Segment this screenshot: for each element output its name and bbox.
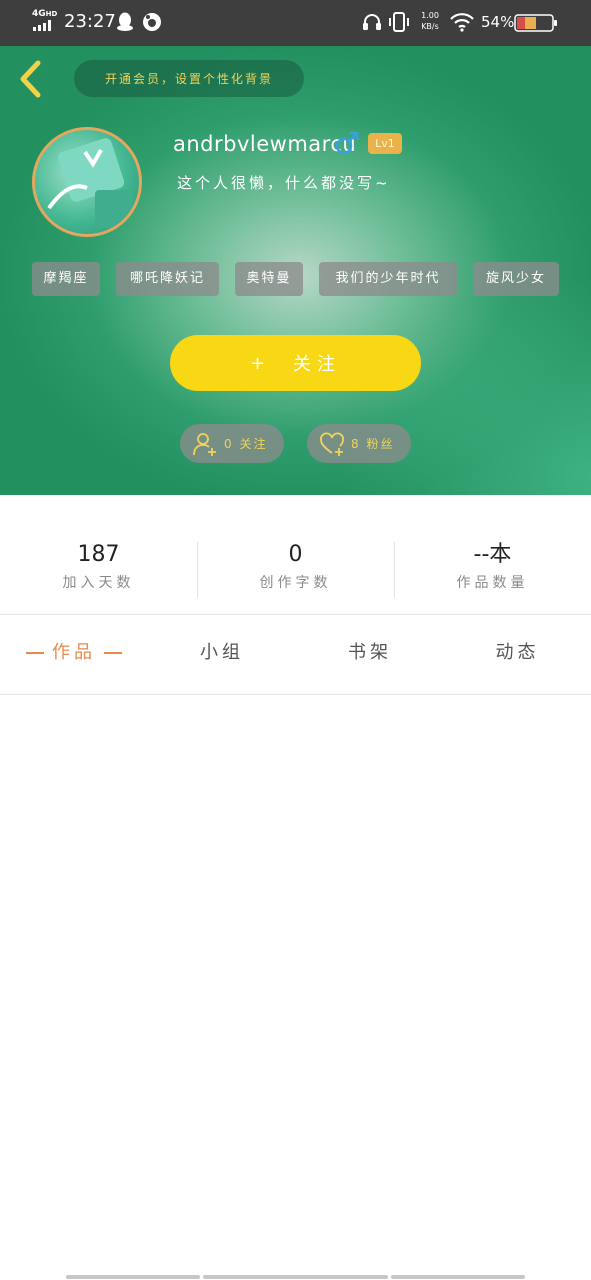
stat-label: 创作字数 [259,575,332,591]
network-label: 4G [32,9,46,19]
avatar[interactable] [32,127,142,237]
wifi-icon [450,13,474,32]
tag-item[interactable]: 哪吒降妖记 [116,262,219,296]
add-user-icon [193,432,216,456]
level-badge: Lv1 [368,133,402,154]
tab-label: 书架 [348,642,392,663]
avatar-image [47,138,133,228]
tab-bar: 作品 小组 书架 动态 [0,615,591,694]
follow-button[interactable]: + 关注 [170,335,421,391]
network-speed: 1.00 KB/s [418,10,442,32]
tag-item[interactable]: 摩羯座 [32,262,100,296]
battery-icon [514,14,557,32]
heart-plus-icon [320,432,344,456]
tag-item[interactable]: 我们的少年时代 [319,262,457,296]
tab-label: 小组 [200,642,244,663]
username: andrbvlewmarcu [173,132,357,156]
following-button[interactable]: 0 关注 [180,424,284,463]
back-button[interactable] [14,58,48,100]
stat-value: 187 [77,542,120,567]
home-indicator [66,1275,200,1279]
follow-label: 关注 [293,354,342,375]
headphone-icon [363,14,381,30]
bio: 这个人很懒，什么都没写~ [177,174,391,192]
stat-works-count: --本 作品数量 [394,530,591,592]
speed-unit: KB/s [421,22,439,31]
stat-value: 0 [288,542,303,567]
battery-percent: 54% [481,13,515,31]
tab-label: 动态 [495,642,540,663]
stat-value: --本 [473,542,512,567]
fans-button[interactable]: 8 粉丝 [307,424,411,463]
home-indicator [391,1275,525,1279]
status-bar: 4GHD 23:27 1.00 KB/s 54% [0,0,591,46]
vibrate-icon [389,12,409,32]
divider [0,694,591,695]
vip-banner-label: 开通会员，设置个性化背景 [104,72,273,86]
app-notification-icon [143,13,161,31]
stats-row: 187 加入天数 0 创作字数 --本 作品数量 [0,530,591,600]
network-hd-label: HD [45,10,58,18]
fans-count: 8 粉丝 [351,437,395,451]
stat-label: 加入天数 [62,575,135,591]
tab-activity[interactable]: 动态 [444,615,591,694]
tab-works[interactable]: 作品 [0,615,148,694]
tag-item[interactable]: 旋风少女 [473,262,559,296]
clock: 23:27 [64,11,116,32]
stat-join-days: 187 加入天数 [0,530,197,592]
tab-bookshelf[interactable]: 书架 [296,615,444,694]
vip-banner[interactable]: 开通会员，设置个性化背景 [74,60,304,97]
plus-icon: + [249,352,272,374]
male-icon [335,131,359,155]
speed-value: 1.00 [421,11,439,20]
tag-list: 摩羯座 哪吒降妖记 奥特曼 我们的少年时代 旋风少女 [0,262,591,296]
home-indicator [203,1275,388,1279]
tab-label: 作品 [52,642,96,663]
network-type: 4GHD [32,10,57,19]
tag-item[interactable]: 奥特曼 [235,262,303,296]
stat-word-count: 0 创作字数 [197,530,394,592]
profile-header: 开通会员，设置个性化背景 andrbvlewmarcu Lv1 这个人很懒，什么… [0,46,591,495]
qq-icon [117,12,133,31]
stat-label: 作品数量 [456,575,529,591]
tab-groups[interactable]: 小组 [148,615,296,694]
following-count: 0 关注 [224,437,268,451]
signal-icon [33,20,51,31]
